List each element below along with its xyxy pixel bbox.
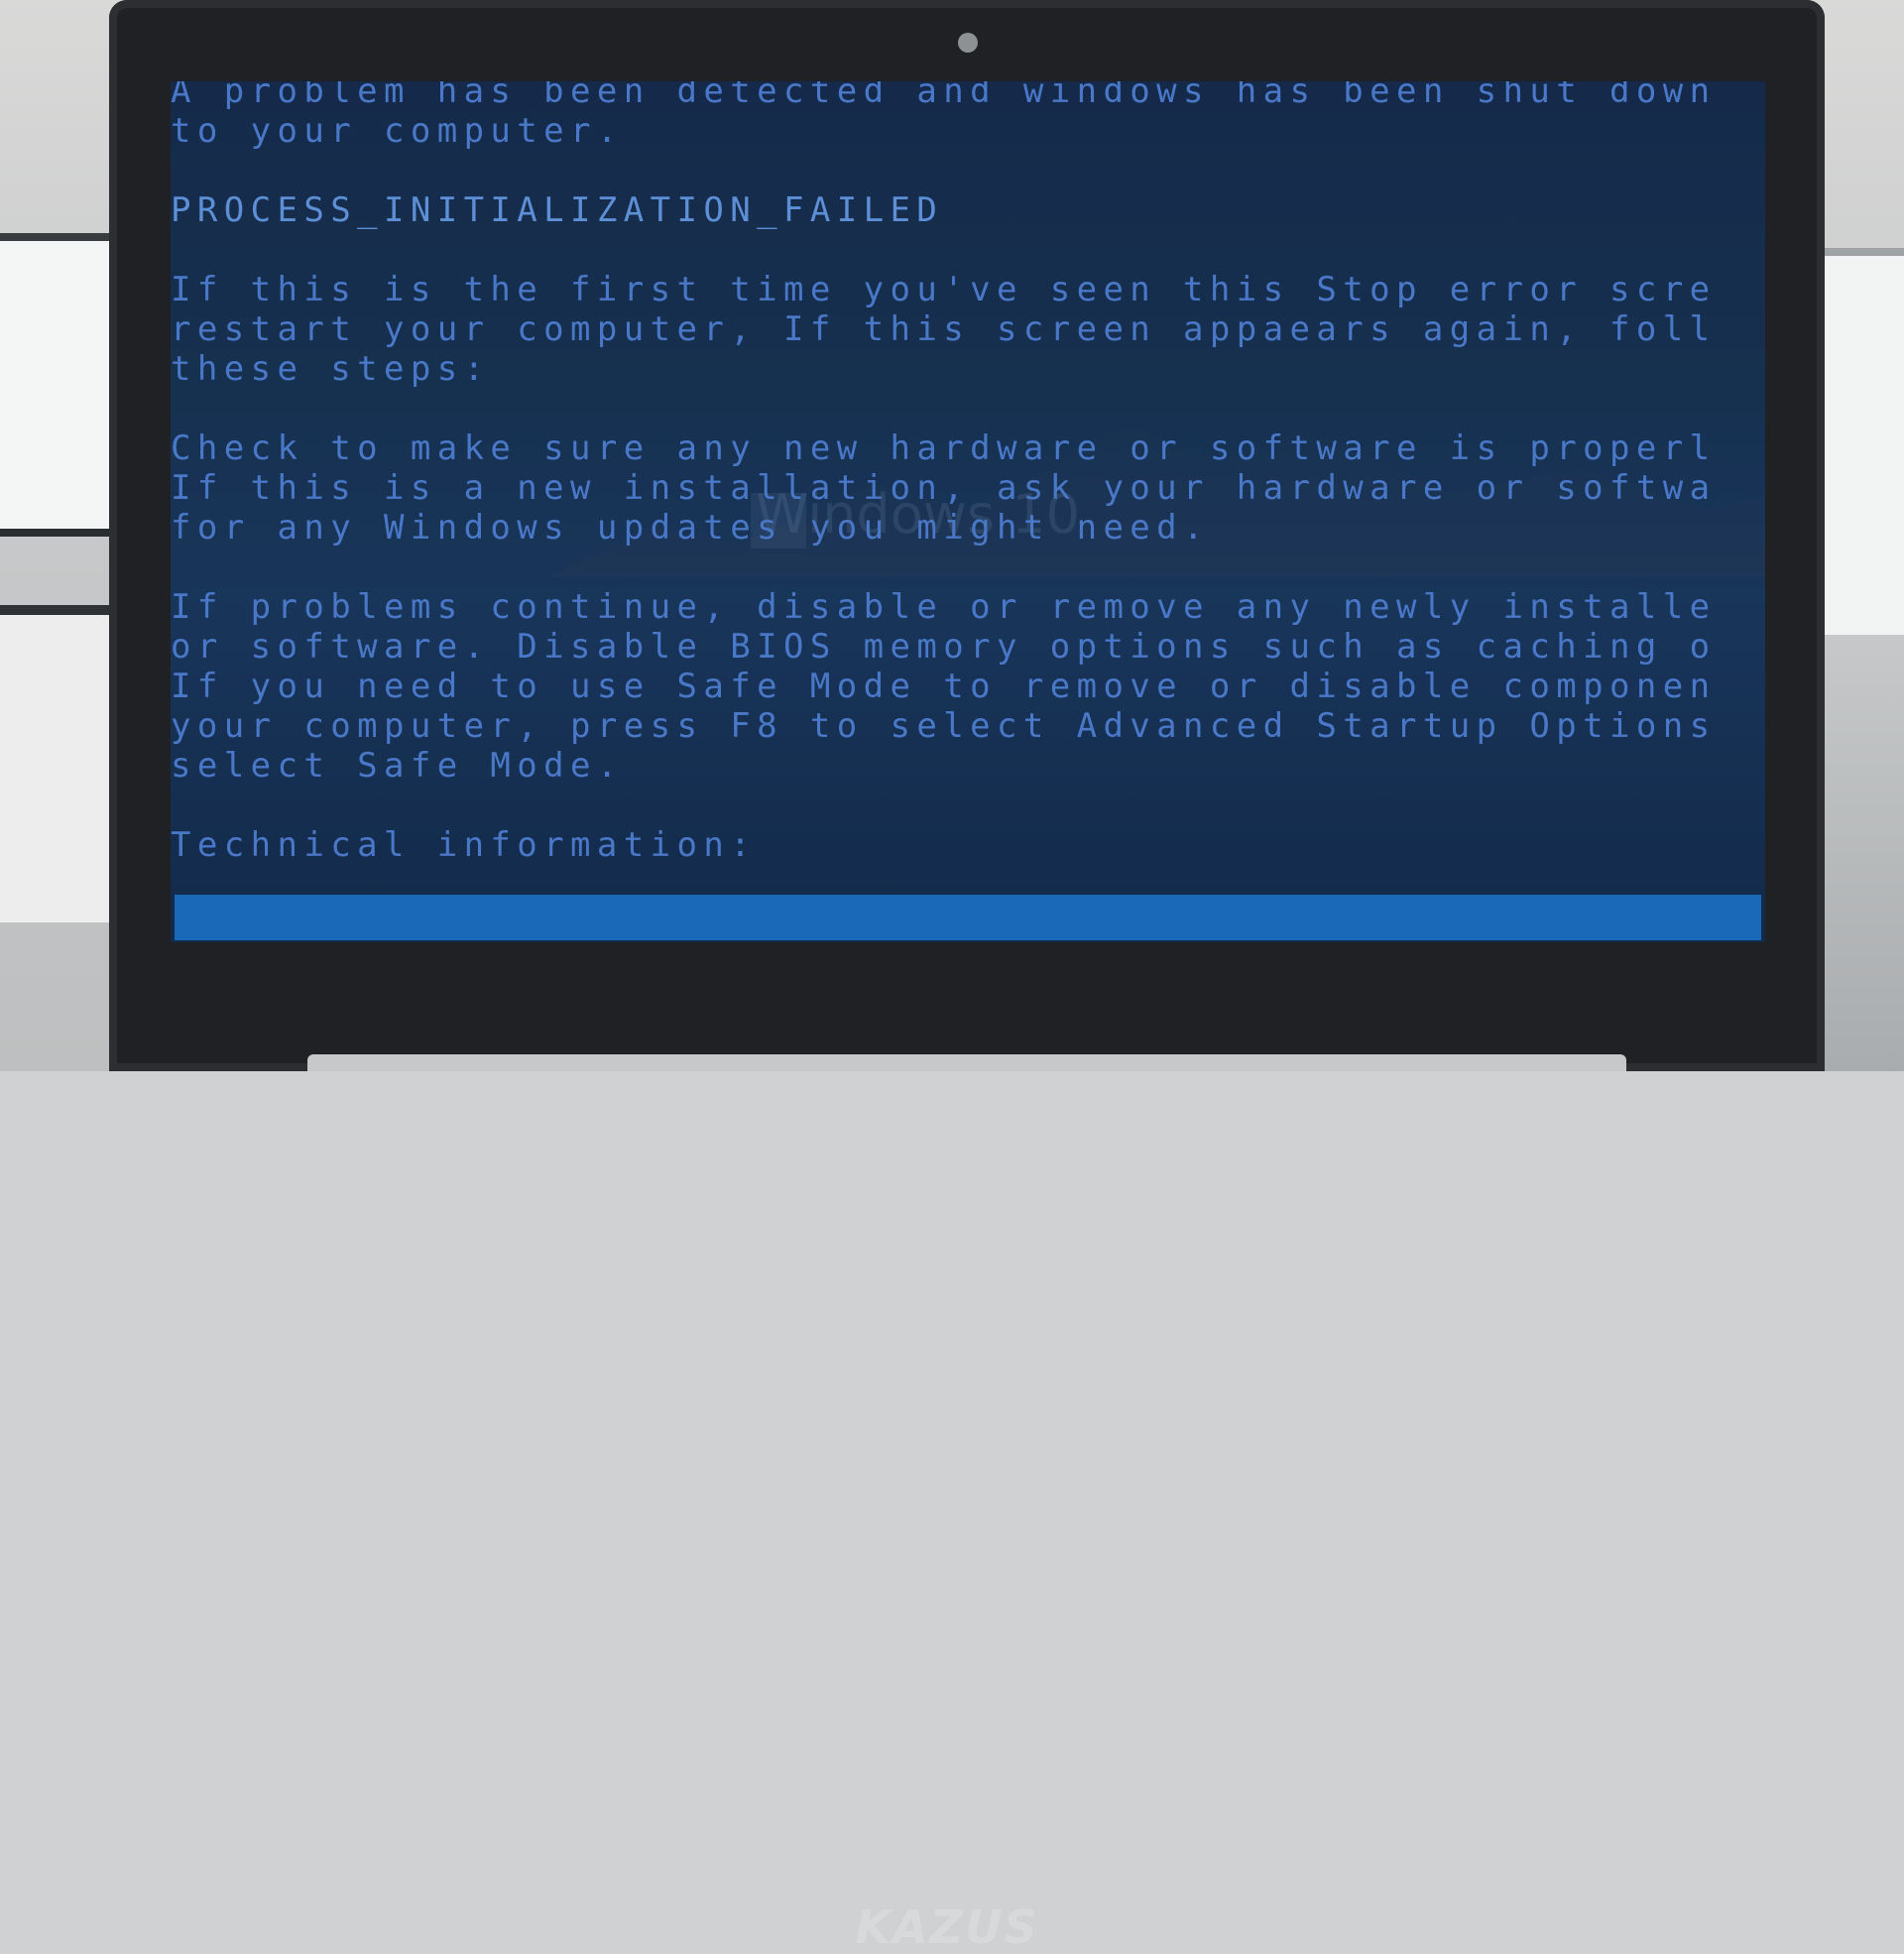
bsod-line: to your computer. [171, 111, 624, 151]
webcam-icon [958, 33, 978, 53]
technical-info-label: Technical information: [171, 825, 758, 865]
bsod-line: If you need to use Safe Mode to remove o… [171, 667, 1717, 706]
window-left [0, 233, 119, 537]
hinge [307, 1054, 1626, 1071]
progress-bar [175, 895, 1761, 940]
bsod-screen: Windows 10 A problem has been detected a… [171, 81, 1765, 942]
bsod-line: If this is a new installation, ask your … [171, 468, 1717, 508]
bsod-line: restart your computer, If this screen ap… [171, 309, 1717, 349]
bsod-line: these steps: [171, 349, 491, 389]
bsod-line: Check to make sure any new hardware or s… [171, 428, 1717, 468]
bsod-line: If problems continue, disable or remove … [171, 587, 1717, 627]
top-bezel [109, 0, 1825, 81]
bsod-line: If this is the first time you've seen th… [171, 270, 1717, 309]
stop-code: PROCESS_INITIALIZATION_FAILED [171, 190, 944, 230]
bsod-line: select Safe Mode. [171, 746, 624, 786]
window-left-lower [0, 605, 119, 922]
bsod-line: A problem has been detected and windows … [171, 81, 1717, 111]
bsod-line: your computer, press F8 to select Advanc… [171, 706, 1717, 746]
bsod-line: or software. Disable BIOS memory options… [171, 627, 1717, 667]
brand-logo: KAZUS [855, 1900, 1039, 1954]
bsod-line: for any Windows updates you might need. [171, 508, 1210, 548]
laptop: Windows 10 A problem has been detected a… [109, 0, 1825, 1952]
bottom-bezel: KAZUS [109, 942, 1825, 1952]
